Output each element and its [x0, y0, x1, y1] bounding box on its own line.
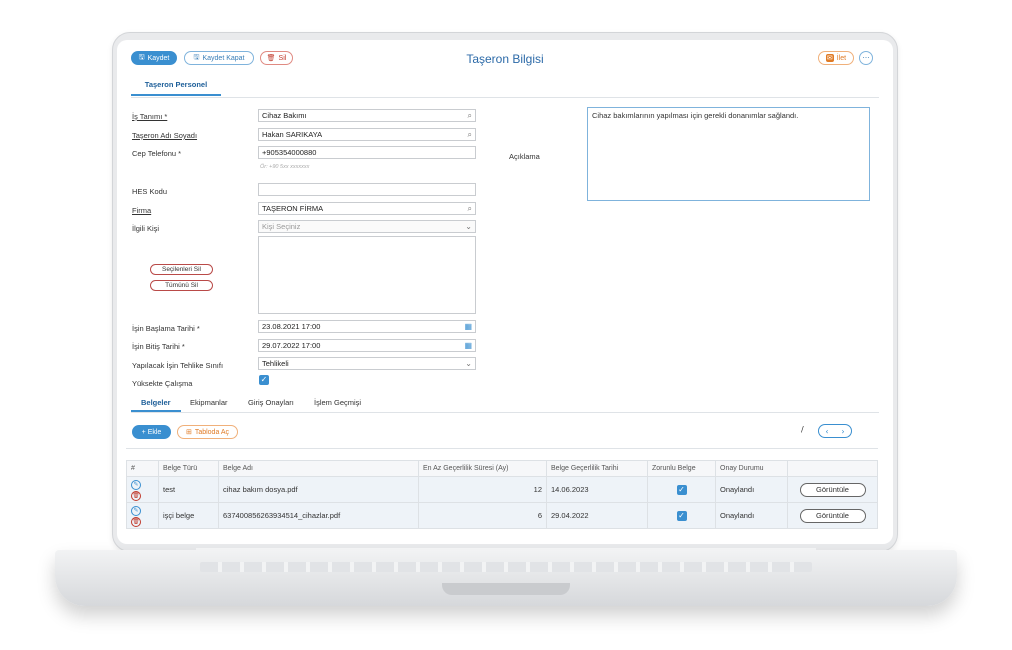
cell-durum: Onaylandı: [715, 502, 788, 529]
tab-ekipmanlar[interactable]: Ekipmanlar: [190, 398, 228, 407]
cell-sure: 6: [418, 502, 547, 529]
more-options-button[interactable]: ⋯: [859, 51, 873, 65]
is-tanimi-label: İş Tanımı *: [132, 112, 168, 121]
cep-input[interactable]: +905354000880: [258, 146, 476, 159]
table-header-row: # Belge Türü Belge Adı En Az Geçerlilik …: [126, 460, 878, 477]
table-row: ✎🗑 test cihaz bakım dosya.pdf 12 14.06.2…: [126, 476, 878, 503]
col-header[interactable]: Zorunlu Belge: [647, 460, 716, 477]
app-screen: 🖫 Kaydet 🖫 Kaydet Kapat 🗑 Sil Taşeron Bilgi…: [117, 40, 893, 544]
cep-label: Cep Telefonu *: [132, 149, 182, 158]
trash-icon[interactable]: 🗑: [131, 516, 141, 527]
tumunu-sil-button[interactable]: Tümünü Sil: [150, 280, 213, 291]
search-icon[interactable]: ⌕: [468, 111, 472, 121]
col-header[interactable]: Belge Adı: [218, 460, 419, 477]
col-header: [787, 460, 878, 477]
tehlike-label: Yapılacak İşin Tehlike Sınıfı: [132, 361, 224, 370]
table-icon: ⊞: [185, 429, 192, 436]
chevron-down-icon: ⌄: [465, 359, 472, 368]
add-button[interactable]: + Ekle: [132, 425, 171, 439]
tab-islem-gecmisi[interactable]: İşlem Geçmişi: [314, 398, 361, 407]
yuksekte-checkbox[interactable]: ✓: [259, 375, 269, 385]
is-tanimi-input[interactable]: Cihaz Bakımı ⌕: [258, 109, 476, 122]
laptop-notch: [442, 583, 570, 595]
bitis-label: İşin Bitiş Tarihi *: [132, 342, 185, 351]
zorunlu-checkbox[interactable]: ✓: [676, 510, 687, 521]
col-header[interactable]: Onay Durumu: [715, 460, 788, 477]
tab-taseron-personel[interactable]: Taşeron Personel: [131, 80, 221, 96]
chevron-right-icon[interactable]: ›: [841, 427, 844, 436]
page-title: Taşeron Bilgisi: [466, 52, 544, 66]
calendar-icon[interactable]: ▦: [464, 322, 472, 331]
edit-icon[interactable]: ✎: [131, 505, 141, 516]
divider: [131, 412, 879, 413]
laptop-base: [55, 550, 957, 606]
tehlike-select[interactable]: Tehlikeli ⌄: [258, 357, 476, 370]
zorunlu-checkbox[interactable]: ✓: [676, 484, 687, 495]
message-icon: ✉: [825, 54, 834, 62]
col-header: #: [126, 460, 159, 477]
secilenleri-sil-button[interactable]: Seçilenleri Sil: [150, 264, 213, 275]
more-icon: ⋯: [862, 55, 870, 62]
cell-tarih: 14.06.2023: [546, 476, 648, 503]
keyboard-strip: [200, 562, 812, 572]
open-table-button[interactable]: ⊞ Tabloda Aç: [177, 425, 238, 439]
cell-action: Görüntüle: [787, 502, 878, 529]
search-icon[interactable]: ⌕: [468, 204, 472, 214]
divider: [131, 97, 879, 98]
cell-belge-adi: 637400856263934514_cihazlar.pdf: [218, 502, 419, 529]
yuksekte-label: Yüksekte Çalışma: [132, 379, 193, 388]
chevron-down-icon: ⌄: [465, 222, 472, 231]
baslama-label: İşin Başlama Tarihi *: [132, 324, 200, 333]
cell-durum: Onaylandı: [715, 476, 788, 503]
aciklama-label: Açıklama: [509, 152, 540, 161]
tab-belgeler[interactable]: Belgeler: [141, 398, 171, 407]
hes-input[interactable]: [258, 183, 476, 196]
table-row: ✎🗑 işçi belge 637400856263934514_cihazla…: [126, 502, 878, 529]
trash-icon[interactable]: 🗑: [131, 490, 141, 501]
pager: ‹ ›: [818, 424, 852, 438]
col-header[interactable]: Belge Geçerlilik Tarihi: [546, 460, 648, 477]
ilgili-list[interactable]: [258, 236, 476, 314]
chevron-left-icon[interactable]: ‹: [825, 427, 828, 436]
ilgili-select[interactable]: Kişi Seçiniz ⌄: [258, 220, 476, 233]
cell-zorunlu: ✓: [647, 502, 716, 529]
col-header[interactable]: En Az Geçerlilik Süresi (Ay): [418, 460, 547, 477]
ilgili-label: İlgili Kişi: [132, 224, 160, 233]
edit-icon[interactable]: ✎: [131, 479, 141, 490]
bitis-input[interactable]: 29.07.2022 17:00 ▦: [258, 339, 476, 352]
cell-action: Görüntüle: [787, 476, 878, 503]
view-button[interactable]: Görüntüle: [799, 508, 866, 523]
cell-belge-turu: test: [158, 476, 219, 503]
taseron-input[interactable]: Hakan SARIKAYA ⌕: [258, 128, 476, 141]
cell-zorunlu: ✓: [647, 476, 716, 503]
row-actions: ✎🗑: [126, 476, 159, 503]
documents-table: # Belge Türü Belge Adı En Az Geçerlilik …: [126, 460, 878, 529]
col-header[interactable]: Belge Türü: [158, 460, 219, 477]
firma-input[interactable]: TAŞERON FİRMA ⌕: [258, 202, 476, 215]
cell-tarih: 29.04.2022: [546, 502, 648, 529]
cep-hint: Ör: +90 5xx xxxxxxx: [260, 164, 310, 170]
firma-label: Firma: [132, 206, 152, 215]
tab-giris-onaylari[interactable]: Giriş Onayları: [248, 398, 294, 407]
row-actions: ✎🗑: [126, 502, 159, 529]
search-icon[interactable]: ⌕: [468, 130, 472, 140]
view-button[interactable]: Görüntüle: [799, 482, 866, 497]
baslama-input[interactable]: 23.08.2021 17:00 ▦: [258, 320, 476, 333]
hes-label: HES Kodu: [132, 187, 168, 196]
cell-belge-adi: cihaz bakım dosya.pdf: [218, 476, 419, 503]
cell-belge-turu: işçi belge: [158, 502, 219, 529]
aciklama-textarea[interactable]: Cihaz bakımlarının yapılması için gerekl…: [587, 107, 870, 201]
send-button[interactable]: ✉ İlet: [818, 51, 854, 65]
divider: [126, 448, 878, 449]
cell-sure: 12: [418, 476, 547, 503]
pager-separator: /: [801, 425, 804, 434]
taseron-label: Taşeron Adı Soyadı: [132, 131, 198, 140]
calendar-icon[interactable]: ▦: [464, 341, 472, 350]
